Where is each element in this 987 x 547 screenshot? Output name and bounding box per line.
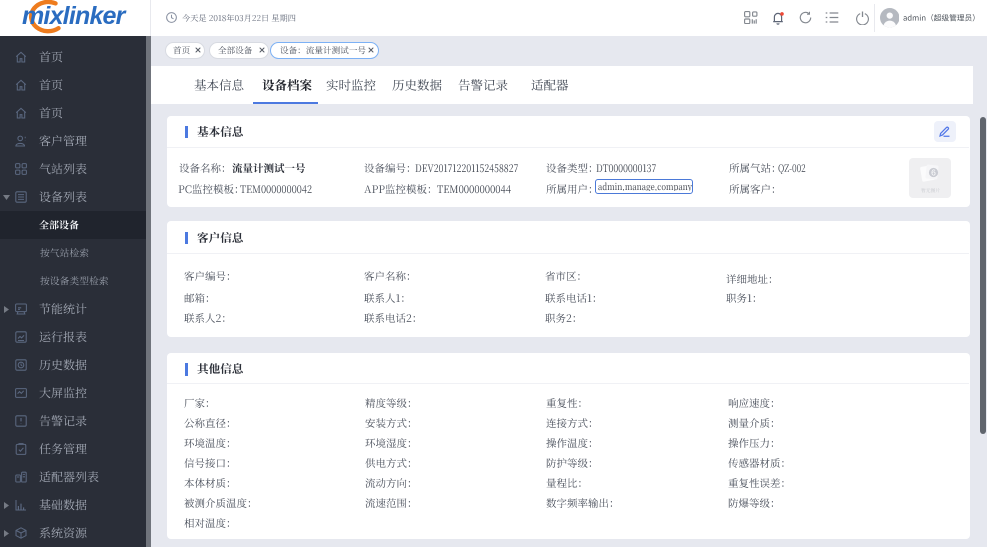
svg-text:6: 6: [931, 168, 936, 178]
